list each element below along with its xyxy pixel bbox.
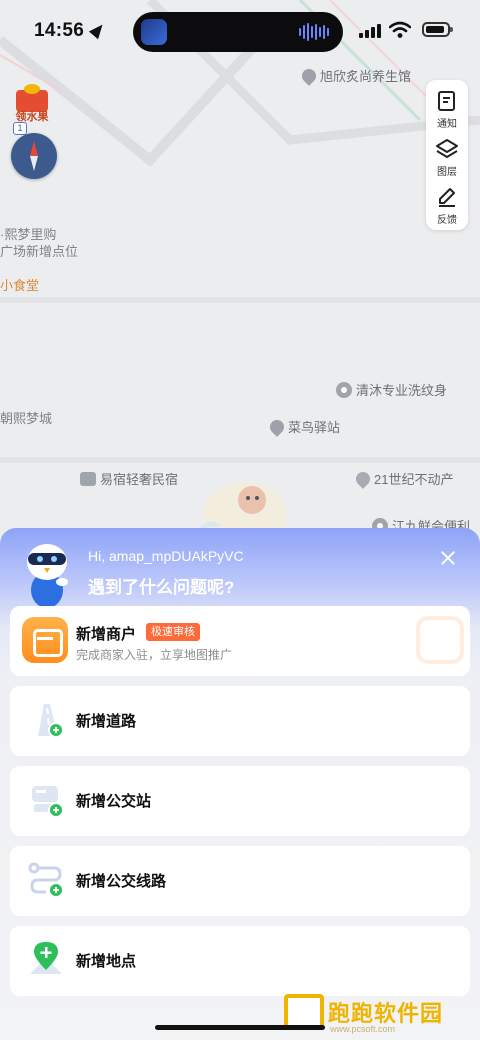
poi-label: 清沐专业洗纹身 <box>356 383 448 398</box>
add-plus-icon <box>48 722 64 738</box>
home-indicator[interactable] <box>155 1025 325 1030</box>
battery-icon <box>422 22 453 37</box>
close-icon[interactable] <box>436 546 460 570</box>
notify-label: 通知 <box>437 119 457 130</box>
shop-icon <box>336 381 352 398</box>
status-bar: 14:56 <box>0 0 480 62</box>
map-controls: 通知 图层 反馈 <box>426 80 468 230</box>
compass-north-icon <box>30 141 38 156</box>
audio-wave-icon <box>299 23 329 41</box>
add-place-pin-icon <box>26 940 66 980</box>
notify-button[interactable]: 通知 <box>426 86 468 134</box>
poi-label: 易宿轻奢民宿 <box>100 472 179 487</box>
add-plus-icon <box>48 802 64 818</box>
layers-button[interactable]: 图层 <box>426 134 468 182</box>
app-thumbnail-icon <box>141 19 167 45</box>
shop-watermark-icon <box>416 616 464 664</box>
greeting-text: Hi, amap_mpDUAkPyVC <box>88 548 244 564</box>
poi-chaoxi[interactable]: 朝熙梦城 <box>0 408 52 427</box>
location-pin-icon <box>353 468 373 489</box>
poi-realty[interactable]: 21世纪不动产 <box>353 468 454 489</box>
road-icon <box>26 700 66 740</box>
add-merchant-card[interactable]: 新增商户 极速审核 完成商家入驻，立享地图推广 <box>10 606 470 676</box>
location-pin-icon <box>267 416 287 437</box>
add-place-card[interactable]: 新增地点 <box>10 926 470 996</box>
poi-label: 广场新增点位 <box>0 244 79 259</box>
shop-icon <box>22 617 68 663</box>
add-place-label: 新增地点 <box>76 953 137 970</box>
cellular-signal-icon <box>359 24 381 38</box>
poi-label: 旭欣炙尚养生馆 <box>320 69 412 84</box>
edit-pen-icon <box>439 188 455 207</box>
poi-label: 朝熙梦城 <box>0 411 53 426</box>
question-title: 遇到了什么问题呢? <box>88 578 235 597</box>
location-pin-icon <box>299 65 319 86</box>
poi-cainiao[interactable]: 菜鸟驿站 <box>267 416 341 437</box>
add-bus-route-card[interactable]: 新增公交线路 <box>10 846 470 916</box>
add-bus-stop-card[interactable]: 新增公交站 <box>10 766 470 836</box>
poi-yangsheng[interactable]: 旭欣炙尚养生馆 <box>299 65 412 86</box>
poi-tattoo[interactable]: 清沐专业洗纹身 <box>336 380 447 399</box>
watermark-url: www.pcsoft.com <box>330 1024 396 1034</box>
gift-bow-icon <box>24 84 40 94</box>
poi-label: 21世纪不动产 <box>374 472 454 487</box>
add-road-label: 新增道路 <box>76 713 137 730</box>
feedback-label: 反馈 <box>437 215 457 226</box>
layers-icon <box>436 139 458 158</box>
fruit-gift-badge[interactable]: 领水果 <box>12 82 52 123</box>
wifi-icon <box>389 21 411 38</box>
location-arrow-icon <box>88 20 108 40</box>
poi-hotel[interactable]: 易宿轻奢民宿 <box>80 469 178 488</box>
bus-stop-icon <box>26 780 66 820</box>
dynamic-island[interactable] <box>133 12 343 52</box>
fast-review-badge: 极速审核 <box>146 623 200 641</box>
compass-south-icon <box>30 156 38 171</box>
feedback-button[interactable]: 反馈 <box>426 182 468 230</box>
map-view[interactable]: 旭欣炙尚养生馆 ·熙梦里购 广场新增点位 小食堂 清沐专业洗纹身 朝熙梦城 菜鸟… <box>0 0 480 600</box>
penguin-mascot-icon <box>27 544 68 608</box>
floor-badge[interactable]: 1 <box>13 122 27 135</box>
add-plus-icon <box>48 882 64 898</box>
bus-route-icon <box>26 860 66 900</box>
add-road-card[interactable]: 新增道路 <box>10 686 470 756</box>
notice-icon <box>438 91 455 111</box>
layers-label: 图层 <box>437 167 457 178</box>
merchant-subtitle: 完成商家入驻，立享地图推广 <box>76 648 233 662</box>
compass-button[interactable] <box>11 133 57 179</box>
status-time: 14:56 <box>34 20 85 41</box>
poi-square[interactable]: 广场新增点位 <box>0 241 78 260</box>
poi-label: 菜鸟驿站 <box>288 420 341 435</box>
add-bus-route-label: 新增公交线路 <box>76 873 167 890</box>
hotel-icon <box>80 471 96 486</box>
merchant-title: 新增商户 <box>76 626 137 643</box>
poi-canteen[interactable]: 小食堂 <box>0 275 39 294</box>
poi-label: 小食堂 <box>0 278 40 293</box>
add-bus-stop-label: 新增公交站 <box>76 793 152 810</box>
